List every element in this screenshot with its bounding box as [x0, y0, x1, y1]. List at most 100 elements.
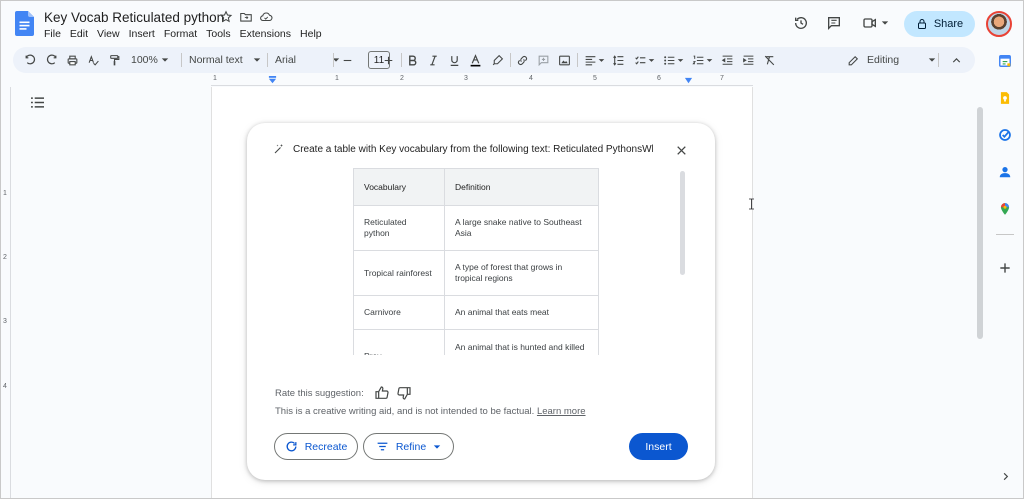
star-icon[interactable]: [219, 10, 233, 24]
menu-format[interactable]: Format: [164, 28, 197, 40]
checklist-button[interactable]: [634, 52, 655, 68]
contacts-icon[interactable]: [998, 165, 1012, 179]
share-label: Share: [933, 18, 964, 30]
vertical-ruler[interactable]: 1 2 3 4: [1, 87, 11, 498]
menu-insert[interactable]: Insert: [129, 28, 155, 40]
font-select[interactable]: Arial: [275, 52, 340, 68]
toolbar-divider: [181, 53, 182, 67]
recreate-button[interactable]: Recreate: [274, 433, 358, 460]
preview-scrollbar[interactable]: [680, 171, 685, 275]
undo-button[interactable]: [24, 52, 37, 68]
style-select[interactable]: Normal text: [189, 52, 261, 68]
expand-panel-icon[interactable]: [1000, 471, 1011, 482]
vruler-label: 3: [3, 318, 7, 325]
clear-formatting-button[interactable]: [763, 52, 776, 68]
align-button[interactable]: [584, 52, 605, 68]
numbered-list-button[interactable]: [692, 52, 713, 68]
refine-label: Refine: [395, 440, 427, 453]
spellcheck-button[interactable]: [87, 52, 100, 68]
menu-tools[interactable]: Tools: [206, 28, 231, 40]
horizontal-ruler[interactable]: 1 1 2 3 4 5 6 7: [211, 75, 753, 86]
version-history-icon[interactable]: [793, 15, 809, 31]
hide-menus-button[interactable]: [950, 52, 963, 68]
term-cell: Tropical rainforest: [353, 250, 445, 296]
thumbs-down-icon[interactable]: [396, 385, 412, 401]
document-outline-icon[interactable]: [31, 97, 44, 108]
paint-format-button[interactable]: [108, 52, 121, 68]
toolbar-divider: [938, 53, 939, 67]
italic-icon: [430, 55, 437, 65]
keep-icon[interactable]: [998, 91, 1012, 105]
document-title[interactable]: Key Vocab Reticulated python: [44, 10, 224, 25]
docs-logo-icon[interactable]: [15, 11, 34, 36]
filter-lines-icon: [377, 442, 388, 451]
ruler-label: 1: [213, 75, 217, 82]
bulleted-list-button[interactable]: [663, 52, 684, 68]
underline-button[interactable]: [448, 52, 461, 68]
avatar[interactable]: [986, 11, 1012, 37]
thumbs-up-icon[interactable]: [374, 385, 390, 401]
suggested-table-preview[interactable]: Vocabulary Definition Reticulated python…: [353, 168, 599, 355]
title-actions: [219, 10, 273, 24]
toolbar-divider: [510, 53, 511, 67]
vocab-table: Vocabulary Definition Reticulated python…: [353, 168, 599, 355]
zoom-value: 100%: [131, 54, 158, 66]
calendar-icon[interactable]: [998, 54, 1012, 68]
rate-suggestion-row: Rate this suggestion:: [275, 385, 412, 401]
minus-icon: [343, 59, 352, 61]
line-spacing-button[interactable]: [612, 52, 625, 68]
column-header-definition: Definition: [444, 168, 599, 206]
vruler-label: 4: [3, 383, 7, 390]
bold-button[interactable]: [406, 52, 419, 68]
image-icon: [559, 55, 570, 65]
increase-indent-button[interactable]: [742, 52, 755, 68]
ruler-label: 1: [335, 75, 339, 82]
bulleted-list-icon: [664, 55, 675, 65]
meet-dropdown-icon[interactable]: [881, 19, 889, 27]
prompt-text[interactable]: Create a table with Key vocabulary from …: [293, 144, 653, 155]
clear-formatting-icon: [764, 55, 775, 65]
menu-view[interactable]: View: [97, 28, 120, 40]
toolbar-divider: [577, 53, 578, 67]
page-scrollbar[interactable]: [977, 107, 983, 339]
refine-button[interactable]: Refine: [363, 433, 454, 460]
toolbar-divider: [333, 53, 334, 67]
redo-button[interactable]: [45, 52, 58, 68]
maps-icon[interactable]: [998, 202, 1012, 216]
print-button[interactable]: [66, 52, 79, 68]
prompt-row: Create a table with Key vocabulary from …: [273, 143, 653, 155]
left-indent-marker-icon[interactable]: [268, 76, 277, 85]
insert-link-button[interactable]: [516, 52, 529, 68]
definition-cell: An animal that eats meat: [444, 295, 599, 330]
insert-button[interactable]: Insert: [629, 433, 688, 460]
line-spacing-icon: [613, 54, 624, 66]
learn-more-link[interactable]: Learn more: [537, 406, 586, 417]
decrease-indent-button[interactable]: [721, 52, 734, 68]
menu-file[interactable]: File: [44, 28, 61, 40]
menu-help[interactable]: Help: [300, 28, 322, 40]
zoom-select[interactable]: 100%: [131, 52, 169, 68]
cloud-saved-icon[interactable]: [259, 10, 273, 24]
text-color-button[interactable]: [469, 52, 482, 68]
add-addon-icon[interactable]: [998, 261, 1012, 275]
magic-wand-icon: [274, 144, 283, 154]
move-folder-icon[interactable]: [239, 10, 253, 24]
close-icon[interactable]: [675, 144, 688, 157]
insert-image-button[interactable]: [558, 52, 571, 68]
decrease-font-size-button[interactable]: [341, 52, 354, 68]
table-header-row: Vocabulary Definition: [353, 168, 599, 206]
comments-icon[interactable]: [826, 15, 842, 31]
editing-mode-select[interactable]: Editing: [847, 52, 936, 68]
tasks-icon[interactable]: [998, 128, 1012, 142]
docs-window: Key Vocab Reticulated python File Edit V…: [0, 0, 1024, 499]
recreate-label: Recreate: [304, 440, 348, 453]
increase-font-size-button[interactable]: [382, 52, 395, 68]
add-comment-button[interactable]: [537, 52, 550, 68]
share-button[interactable]: Share: [904, 11, 975, 37]
menu-extensions[interactable]: Extensions: [240, 28, 291, 40]
highlight-color-button[interactable]: [491, 52, 504, 68]
meet-icon[interactable]: [862, 15, 878, 31]
right-indent-marker-icon[interactable]: [684, 77, 693, 86]
italic-button[interactable]: [427, 52, 440, 68]
menu-edit[interactable]: Edit: [70, 28, 88, 40]
